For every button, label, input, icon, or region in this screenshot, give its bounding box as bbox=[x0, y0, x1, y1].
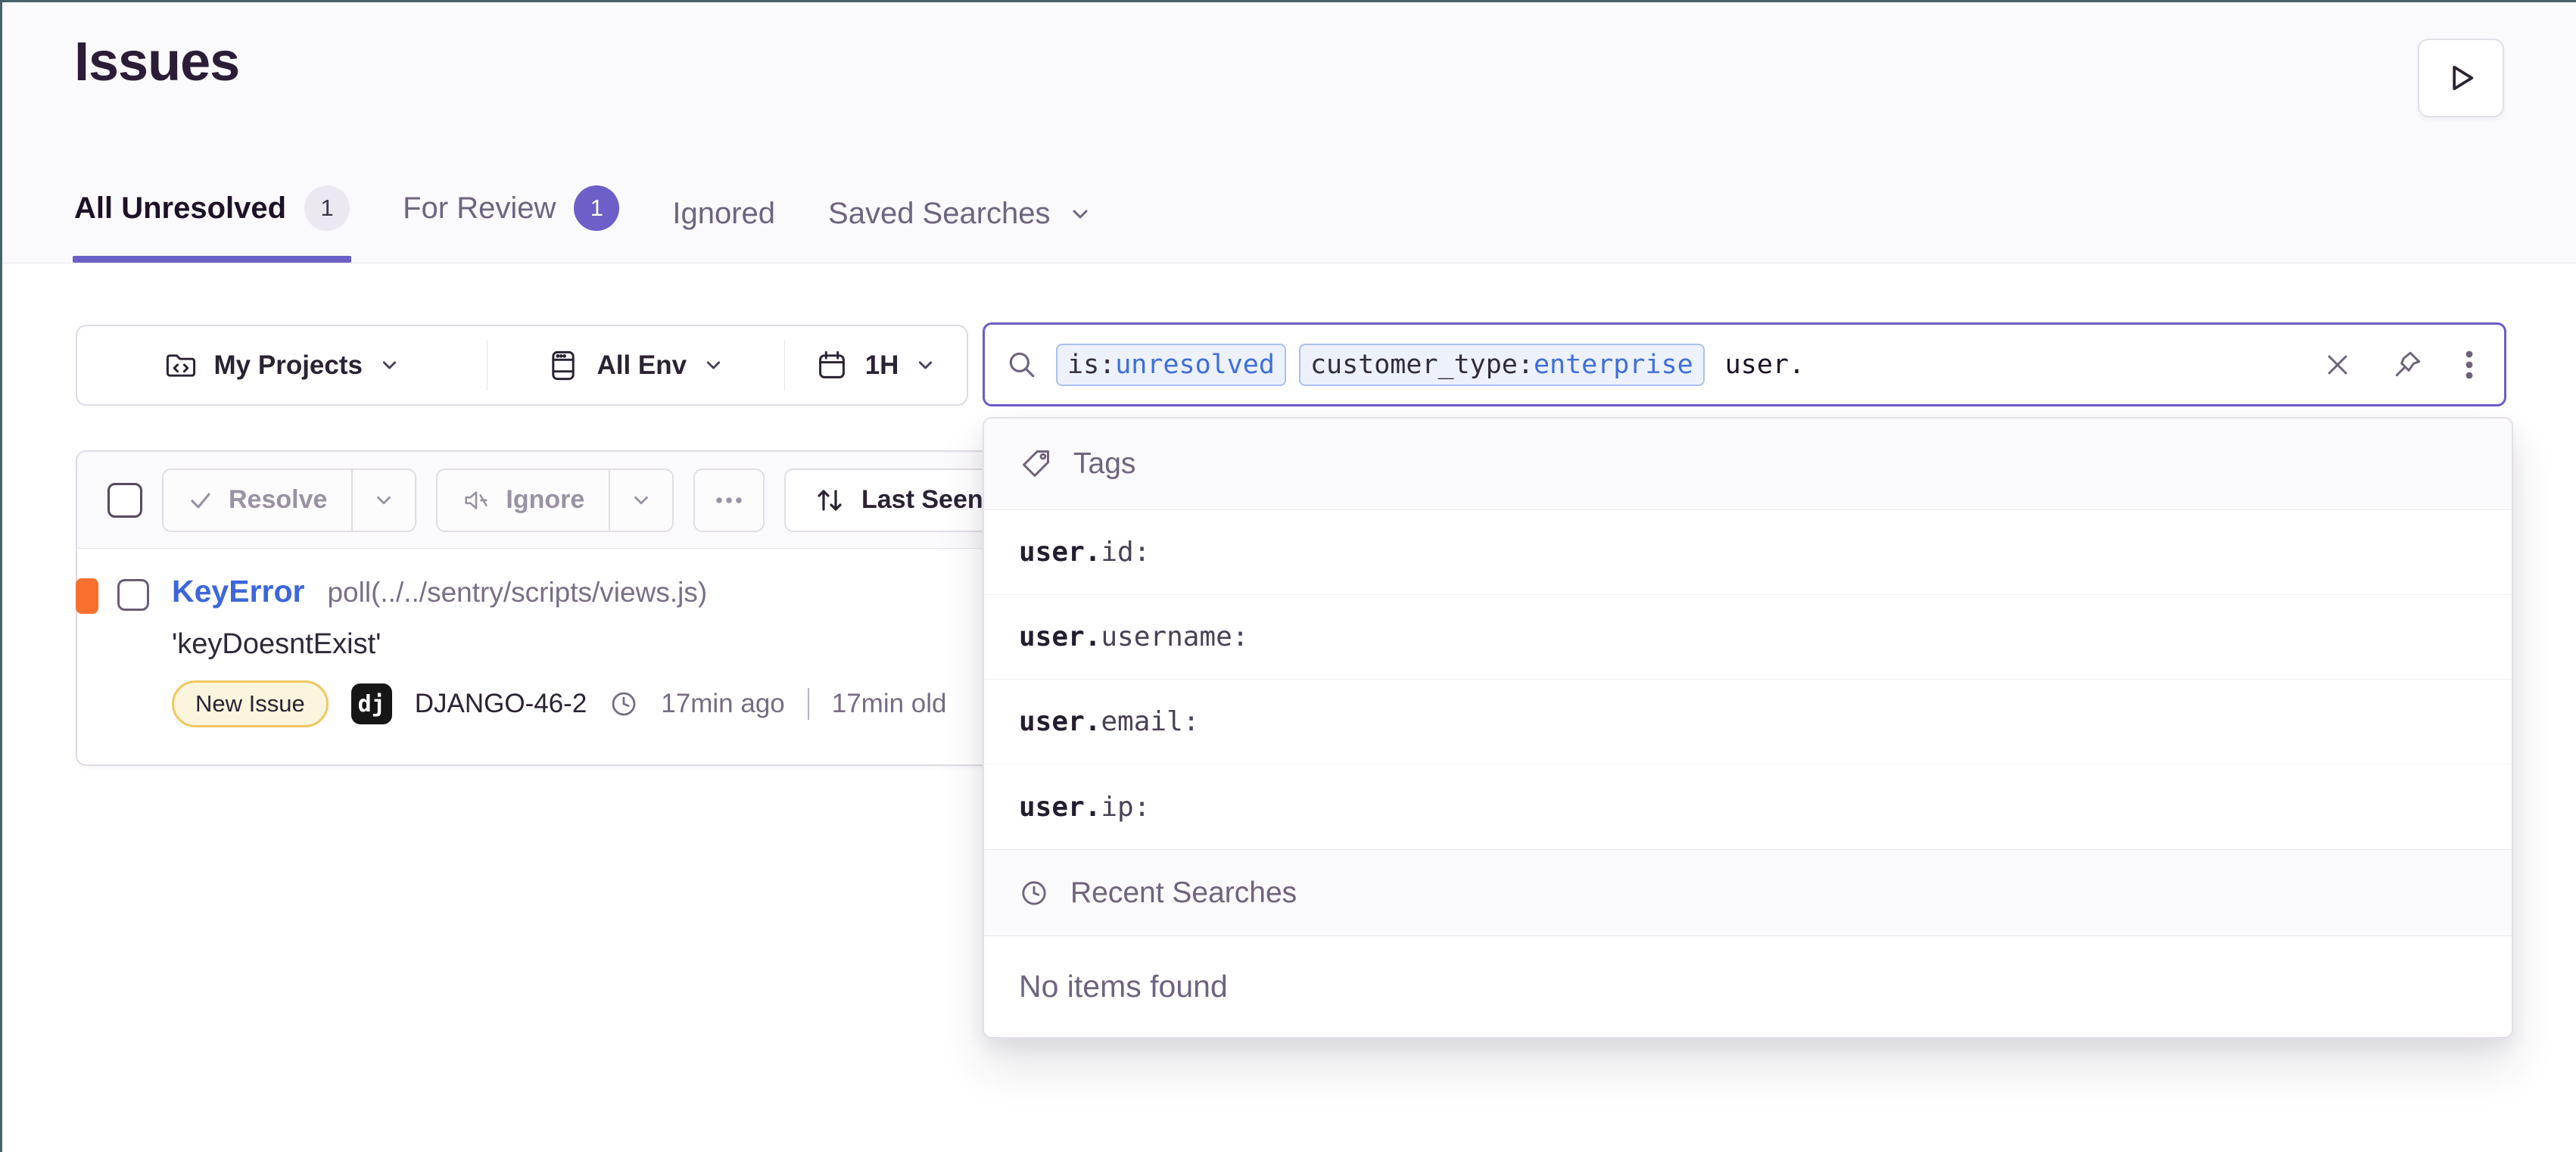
issue-title-link[interactable]: KeyError bbox=[172, 574, 304, 609]
issue-last-seen: 17min ago bbox=[661, 689, 784, 719]
play-icon bbox=[2444, 61, 2478, 95]
mute-icon bbox=[462, 486, 491, 515]
issue-checkbox[interactable] bbox=[117, 579, 149, 611]
issues-page: Issues All Unresolved 1 For Review 1 Ign… bbox=[0, 0, 2576, 1152]
tag-suggestion-user-email[interactable]: user.email: bbox=[984, 680, 2512, 764]
replay-tour-button[interactable] bbox=[2418, 39, 2504, 117]
time-range-label: 1H bbox=[865, 350, 899, 381]
dropdown-section-recent-searches: Recent Searches bbox=[984, 849, 2512, 936]
ignore-split-button: Ignore bbox=[436, 469, 674, 532]
django-project-icon: dj bbox=[351, 683, 392, 724]
search-icon bbox=[1006, 349, 1038, 381]
environment-filter-dropdown[interactable]: All Env bbox=[487, 326, 785, 404]
tab-count-badge: 1 bbox=[574, 185, 619, 231]
meta-divider bbox=[808, 688, 809, 720]
tab-ignored[interactable]: Ignored bbox=[672, 197, 775, 263]
resolve-dropdown-button[interactable] bbox=[351, 469, 416, 532]
chevron-down-icon bbox=[915, 355, 936, 375]
clock-icon bbox=[609, 690, 638, 718]
clock-icon bbox=[1019, 878, 1049, 908]
issue-culprit: poll(../../sentry/scripts/views.js) bbox=[327, 577, 707, 609]
new-issue-badge: New Issue bbox=[172, 680, 329, 727]
page-title: Issues bbox=[74, 31, 239, 93]
issue-search-bar[interactable]: is:unresolved customer_type:enterprise u… bbox=[983, 322, 2506, 406]
tag-suggestion-user-username[interactable]: user.username: bbox=[984, 595, 2512, 680]
tab-for-review[interactable]: For Review 1 bbox=[403, 185, 619, 263]
issue-age: 17min old bbox=[832, 689, 947, 719]
search-query-text[interactable]: user. bbox=[1725, 350, 1805, 380]
project-filter-label: My Projects bbox=[214, 350, 363, 381]
tab-label: Saved Searches bbox=[828, 197, 1051, 231]
search-overflow-menu-icon[interactable] bbox=[2465, 349, 2474, 381]
environment-icon bbox=[547, 349, 580, 382]
token-key: is: bbox=[1067, 350, 1115, 380]
more-actions-button[interactable] bbox=[693, 469, 765, 532]
chevron-down-icon bbox=[703, 355, 724, 375]
issue-short-id[interactable]: DJANGO-46-2 bbox=[415, 689, 587, 719]
resolve-split-button: Resolve bbox=[162, 469, 416, 532]
token-value: unresolved bbox=[1115, 350, 1275, 380]
tab-label: For Review bbox=[403, 191, 556, 226]
tag-icon bbox=[1019, 447, 1052, 481]
match-text: user. bbox=[1019, 537, 1101, 568]
clear-search-icon[interactable] bbox=[2324, 351, 2351, 378]
tab-count-badge: 1 bbox=[304, 185, 350, 231]
project-filter-dropdown[interactable]: My Projects bbox=[77, 326, 487, 404]
token-value: enterprise bbox=[1534, 350, 1693, 380]
dropdown-section-tags: Tags bbox=[984, 419, 2512, 510]
chevron-down-icon bbox=[1069, 203, 1092, 226]
rest-text: id: bbox=[1101, 537, 1150, 568]
match-text: user. bbox=[1019, 706, 1101, 737]
rest-text: username: bbox=[1101, 621, 1248, 652]
search-token-customer-type[interactable]: customer_type:enterprise bbox=[1299, 344, 1705, 386]
pin-search-icon[interactable] bbox=[2392, 349, 2424, 381]
sort-by-button[interactable]: Last Seen bbox=[784, 469, 1013, 532]
search-autocomplete-dropdown: Tags user.id: user.username: user.email:… bbox=[983, 417, 2513, 1038]
sort-arrows-icon bbox=[815, 487, 845, 514]
resolve-button[interactable]: Resolve bbox=[162, 469, 353, 532]
projects-icon bbox=[164, 349, 198, 382]
ignore-button[interactable]: Ignore bbox=[436, 469, 610, 532]
search-token-is-unresolved[interactable]: is:unresolved bbox=[1056, 344, 1286, 386]
section-header-label: Recent Searches bbox=[1070, 876, 1297, 910]
tab-all-unresolved[interactable]: All Unresolved 1 bbox=[74, 185, 350, 263]
tag-suggestion-user-id[interactable]: user.id: bbox=[984, 510, 2512, 595]
recent-searches-empty-state: No items found bbox=[984, 936, 2512, 1037]
search-actions bbox=[2324, 349, 2474, 381]
resolve-label: Resolve bbox=[229, 485, 327, 515]
token-key: customer_type: bbox=[1310, 350, 1534, 380]
error-level-indicator bbox=[76, 578, 98, 614]
tab-saved-searches[interactable]: Saved Searches bbox=[828, 197, 1092, 263]
section-header-label: Tags bbox=[1073, 447, 1135, 481]
tab-label: Ignored bbox=[672, 197, 775, 231]
ignore-dropdown-button[interactable] bbox=[609, 469, 674, 532]
issue-content: KeyError poll(../../sentry/scripts/views… bbox=[172, 574, 947, 727]
rest-text: email: bbox=[1101, 706, 1199, 737]
match-text: user. bbox=[1019, 621, 1101, 652]
issues-tabs: All Unresolved 1 For Review 1 Ignored Sa… bbox=[74, 185, 1092, 263]
select-all-checkbox[interactable] bbox=[107, 483, 142, 518]
rest-text: ip: bbox=[1101, 792, 1150, 823]
check-icon bbox=[188, 487, 213, 513]
ignore-label: Ignore bbox=[506, 485, 584, 515]
page-filter-bar: My Projects All Env bbox=[76, 325, 968, 406]
tag-suggestion-user-ip[interactable]: user.ip: bbox=[984, 764, 2512, 849]
calendar-icon bbox=[815, 349, 849, 382]
page-header: Issues All Unresolved 1 For Review 1 Ign… bbox=[2, 2, 2576, 263]
environment-filter-label: All Env bbox=[596, 350, 687, 381]
match-text: user. bbox=[1019, 792, 1101, 823]
tab-label: All Unresolved bbox=[74, 191, 286, 226]
sort-label: Last Seen bbox=[861, 485, 983, 515]
issue-message: 'keyDoesntExist' bbox=[172, 628, 947, 661]
chevron-down-icon bbox=[379, 355, 400, 375]
time-range-dropdown[interactable]: 1H bbox=[784, 326, 967, 404]
